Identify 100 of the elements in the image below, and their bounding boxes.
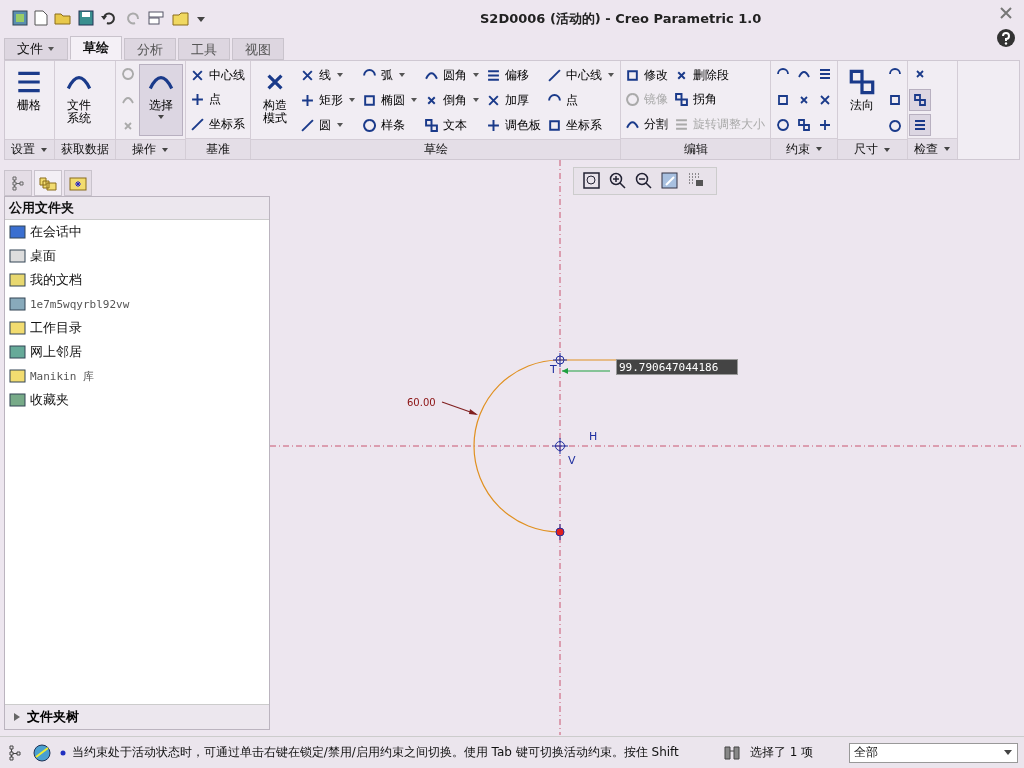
caret-icon <box>348 97 356 103</box>
navigator-tab[interactable] <box>4 170 32 196</box>
tool-icon <box>548 118 561 132</box>
filter-icon[interactable] <box>722 743 743 762</box>
ribbon-button[interactable]: 线 <box>298 64 359 86</box>
folder-item-icon <box>9 224 26 240</box>
ribbon-button[interactable]: 构造模式 <box>253 64 297 136</box>
window-title: S2D0006 (活动的) - Creo Parametric 1.0 <box>480 10 762 28</box>
caret-icon <box>472 97 480 103</box>
zoom-in-icon[interactable] <box>608 171 628 191</box>
folder-item[interactable]: 桌面 <box>5 244 269 268</box>
tool-icon <box>363 93 376 107</box>
ribbon-button[interactable]: 调色板 <box>484 114 544 136</box>
tool-icon <box>363 118 376 132</box>
tool-icon[interactable] <box>910 89 930 110</box>
close-icon[interactable] <box>999 6 1013 20</box>
zoom-fit-icon[interactable] <box>582 171 602 191</box>
ribbon-button[interactable]: 文件系统 <box>57 64 101 136</box>
group-label[interactable]: 操作 <box>116 139 185 159</box>
ribbon-button[interactable]: 圆 <box>298 114 359 136</box>
caret-icon <box>40 146 48 153</box>
caret-icon <box>410 97 418 103</box>
tool-icon <box>487 68 500 82</box>
ribbon-button[interactable]: 删除段 <box>672 64 768 86</box>
tool-icon <box>626 68 639 82</box>
folder-item-icon <box>9 392 26 408</box>
folder-item[interactable]: 工作目录 <box>5 316 269 340</box>
folder-item[interactable]: 收藏夹 <box>5 388 269 412</box>
tool-icon[interactable] <box>910 115 930 135</box>
ribbon-button[interactable]: 选择 <box>139 64 183 136</box>
undo-icon[interactable] <box>100 10 118 26</box>
folder-item[interactable]: 在会话中 <box>5 220 269 244</box>
file-menu[interactable]: 文件 <box>4 38 68 60</box>
group-label[interactable]: 设置 <box>5 139 54 159</box>
constraint-label: H <box>589 430 598 443</box>
ribbon-button[interactable]: 栅格 <box>7 64 51 136</box>
caret-icon <box>472 72 480 78</box>
caret-icon <box>336 72 344 78</box>
windows-icon[interactable] <box>148 10 166 26</box>
ribbon-button[interactable]: 中心线 <box>545 64 618 86</box>
ribbon-button[interactable]: 圆角 <box>422 64 483 86</box>
ribbon-button[interactable]: 分割 <box>623 113 671 135</box>
ribbon-tab[interactable]: 草绘 <box>70 36 122 60</box>
ribbon-button[interactable]: 法向 <box>840 64 884 136</box>
tool-icon <box>301 93 314 107</box>
navigator-tab[interactable] <box>64 170 92 196</box>
help-icon[interactable] <box>996 28 1016 48</box>
folder-item-icon <box>9 296 26 312</box>
ribbon-button[interactable]: 矩形 <box>298 89 359 111</box>
folder-item-icon <box>9 368 26 384</box>
selection-count: 选择了 1 项 <box>750 744 815 761</box>
folder-item[interactable]: 我的文档 <box>5 268 269 292</box>
group-label[interactable]: 检查 <box>908 138 957 159</box>
repaint-icon[interactable] <box>660 171 680 191</box>
globe-icon[interactable] <box>31 742 52 763</box>
ribbon-button[interactable]: 文本 <box>422 114 483 136</box>
zoom-out-icon[interactable] <box>634 171 654 191</box>
app-icon[interactable] <box>12 10 28 26</box>
folder-item[interactable]: 1e7m5wqyrbl92vw <box>5 292 269 316</box>
navigator-tab[interactable] <box>34 170 62 196</box>
ribbon-button[interactable]: 偏移 <box>484 64 544 86</box>
tree-icon <box>10 175 26 191</box>
folder-item-icon <box>9 344 26 360</box>
ribbon-button[interactable]: 坐标系 <box>545 114 618 136</box>
ribbon-tab[interactable]: 分析 <box>124 38 176 60</box>
status-message: 当约束处于活动状态时，可通过单击右键在锁定/禁用/启用约束之间切换。使用 Tab 键可切换活动约束。按住 Shift <box>59 744 695 761</box>
save-icon[interactable] <box>78 10 94 26</box>
ribbon-button[interactable]: 椭圆 <box>360 89 421 111</box>
dimension-input[interactable]: 99.790647044186 <box>616 359 738 375</box>
ribbon-button[interactable]: 拐角 <box>672 88 768 111</box>
tool-icon <box>191 93 204 106</box>
group-label[interactable]: 尺寸 <box>838 139 907 159</box>
ribbon-button[interactable]: 中心线 <box>188 64 248 86</box>
tree-icon[interactable] <box>6 743 24 762</box>
folder-item[interactable]: Manikin 库 <box>5 364 269 388</box>
ribbon-button[interactable]: 倒角 <box>422 89 483 111</box>
caret-icon <box>157 113 165 120</box>
endpoint-marker <box>555 523 565 541</box>
constraint-label: V <box>568 454 576 467</box>
filter-dropdown[interactable]: 全部 <box>849 742 1018 763</box>
new-file-icon[interactable] <box>34 10 48 26</box>
ribbon-button[interactable]: 点 <box>188 88 248 111</box>
ribbon-button[interactable]: 弧 <box>360 64 421 86</box>
bullet-icon <box>59 749 66 756</box>
ribbon-button[interactable]: 样条 <box>360 114 421 136</box>
tool-icon <box>548 68 561 82</box>
folder-item[interactable]: 网上邻居 <box>5 340 269 364</box>
ribbon-tab[interactable]: 视图 <box>232 38 284 60</box>
folder-tree-toggle[interactable]: 文件夹树 <box>5 704 269 729</box>
ribbon-button[interactable]: 点 <box>545 89 618 111</box>
tool-icon <box>191 117 204 131</box>
folder-item-icon <box>9 320 26 336</box>
dimension-arrow <box>561 368 611 374</box>
ribbon-button[interactable]: 修改 <box>623 64 671 86</box>
ribbon-button[interactable]: 坐标系 <box>188 113 248 135</box>
folders-icon <box>39 175 57 191</box>
group-label[interactable]: 约束 <box>771 138 837 159</box>
ribbon-tab[interactable]: 工具 <box>178 38 230 60</box>
ribbon-button[interactable]: 加厚 <box>484 89 544 111</box>
caret-icon <box>47 45 55 53</box>
